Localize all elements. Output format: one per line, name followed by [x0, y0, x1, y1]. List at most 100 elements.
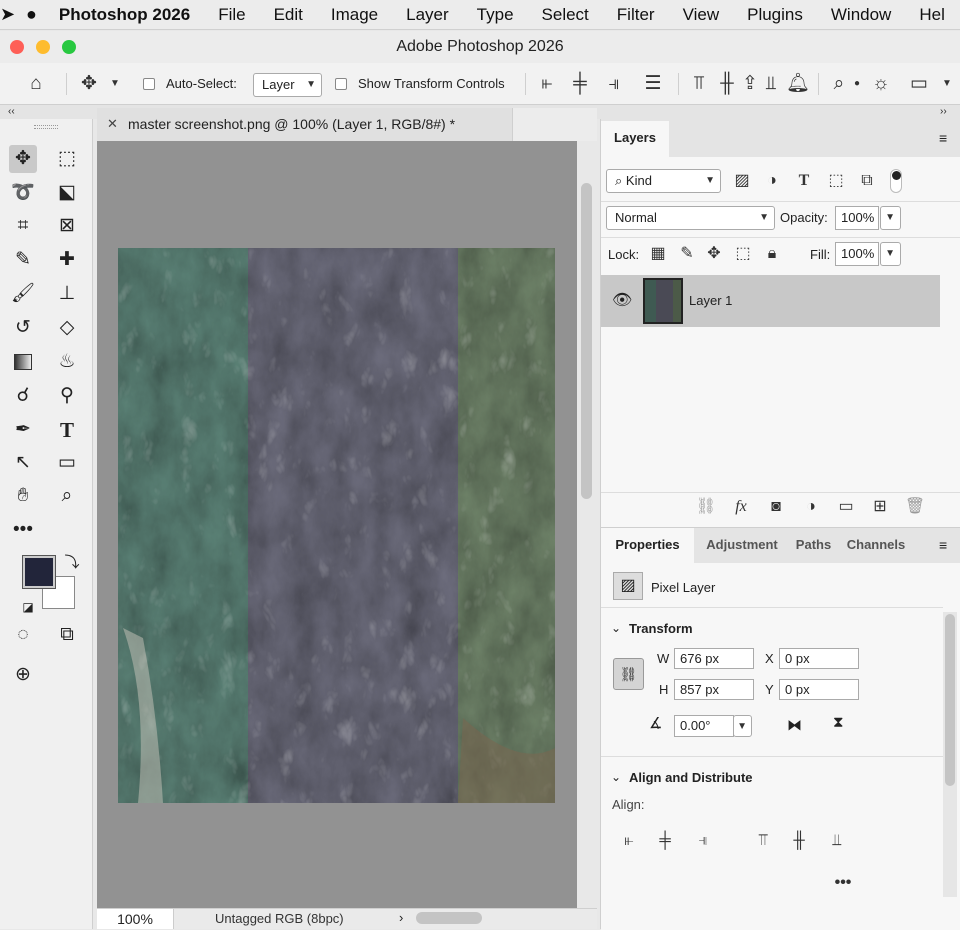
new-group-folder-icon[interactable]: ▭: [835, 496, 857, 518]
menu-plugins[interactable]: Plugins: [733, 5, 817, 25]
properties-scrollbar[interactable]: [943, 612, 957, 897]
filter-smart-objects-icon[interactable]: ⧉: [857, 170, 877, 192]
color-profile-info[interactable]: Untagged RGB (8bpc): [215, 911, 344, 926]
object-selection-tool-icon[interactable]: ⬕: [53, 179, 81, 207]
distribute-icon[interactable]: ☰: [642, 71, 664, 97]
add-layer-style-fx-icon[interactable]: fx: [729, 496, 753, 518]
move-tool-icon[interactable]: ✥: [9, 145, 37, 173]
align-center-horizontal-icon[interactable]: ╪: [569, 71, 591, 97]
add-mask-icon[interactable]: ◙: [765, 496, 787, 518]
transform-chevron-down-icon[interactable]: ⌄: [611, 621, 621, 635]
zoom-window-button[interactable]: [62, 40, 76, 54]
filter-type-layers-icon[interactable]: T: [794, 170, 814, 192]
collapse-left-icon[interactable]: ‹‹: [8, 105, 15, 119]
menu-file[interactable]: File: [204, 5, 259, 25]
menu-type[interactable]: Type: [463, 5, 528, 25]
workspace-icon[interactable]: ▭: [906, 71, 932, 97]
tools-grip[interactable]: [34, 125, 58, 129]
history-brush-tool-icon[interactable]: ↺: [9, 314, 37, 342]
transform-section-title[interactable]: Transform: [629, 621, 693, 636]
scroll-thumb[interactable]: [581, 183, 592, 499]
horizontal-scroll-thumb[interactable]: [416, 912, 482, 924]
layer-visibility-eye-icon[interactable]: 👁︎: [612, 290, 632, 310]
home-icon[interactable]: ⌂: [22, 71, 50, 97]
menu-window[interactable]: Window: [817, 5, 905, 25]
align-right-edges-icon[interactable]: ⫣: [693, 830, 713, 852]
frame-tool-icon[interactable]: ⊠: [53, 212, 81, 240]
swap-colors-icon[interactable]: ⤵: [58, 549, 86, 577]
move-tool-preset-icon[interactable]: ✥: [76, 71, 102, 97]
menu-select[interactable]: Select: [528, 5, 603, 25]
screen-mode-icon[interactable]: ⧉: [53, 621, 81, 649]
chevron-down-icon[interactable]: ▼: [940, 71, 954, 97]
new-adjustment-layer-icon[interactable]: ◑: [800, 496, 822, 518]
layer-row[interactable]: 👁︎ Layer 1: [601, 275, 940, 327]
share-icon[interactable]: ⇪: [738, 71, 762, 97]
new-layer-icon[interactable]: ⊞: [869, 496, 891, 518]
tab-layers[interactable]: Layers: [601, 121, 669, 157]
clone-stamp-tool-icon[interactable]: ⊥: [53, 280, 81, 308]
blur-tool-icon[interactable]: ♨: [53, 348, 81, 376]
lock-artboard-icon[interactable]: ⬚: [733, 243, 753, 265]
filter-kind-dropdown[interactable]: ⌕ Kind ▼: [606, 169, 721, 193]
x-input[interactable]: 0 px: [779, 648, 859, 669]
angle-dropdown-button[interactable]: ▼: [733, 715, 752, 737]
lightbulb-discover-icon[interactable]: ☼: [868, 71, 894, 97]
notifications-bell-icon[interactable]: 🔔︎: [786, 71, 810, 97]
tab-properties[interactable]: Properties: [601, 528, 694, 563]
angle-input[interactable]: 0.00°: [674, 715, 734, 737]
filter-adjustment-layers-icon[interactable]: ◑: [762, 170, 782, 192]
edit-toolbar-icon[interactable]: ⊕: [9, 661, 37, 689]
lasso-tool-icon[interactable]: ➰: [9, 179, 37, 207]
flip-horizontal-icon[interactable]: ⧓: [787, 716, 802, 734]
search-icon[interactable]: ⌕: [828, 71, 850, 97]
close-document-icon[interactable]: ✕: [107, 116, 118, 132]
link-layers-icon[interactable]: ⛓: [695, 496, 717, 518]
path-selection-tool-icon[interactable]: ↖: [9, 449, 37, 477]
align-bottom-icon[interactable]: ⫫: [762, 71, 780, 97]
filter-toggle[interactable]: [890, 169, 902, 193]
rectangle-tool-icon[interactable]: ▭: [53, 449, 81, 477]
opacity-input[interactable]: 100%: [835, 206, 879, 230]
eraser-tool-icon[interactable]: ◇: [53, 314, 81, 342]
layer-name[interactable]: Layer 1: [689, 293, 732, 308]
app-menu[interactable]: Photoshop 2026: [51, 5, 204, 25]
tab-adjustments[interactable]: Adjustment: [698, 528, 786, 563]
canvas-vertical-scrollbar[interactable]: [577, 141, 597, 908]
align-left-edges-icon[interactable]: ⫦: [619, 830, 639, 852]
opacity-dropdown-button[interactable]: ▼: [880, 206, 901, 230]
brush-tool-icon[interactable]: 🖌︎: [9, 280, 37, 308]
tab-channels[interactable]: Channels: [839, 528, 913, 563]
zoom-level-field[interactable]: 100%: [97, 909, 174, 929]
document-image[interactable]: [118, 248, 555, 803]
collapse-right-icon[interactable]: ››: [940, 105, 947, 119]
show-transform-checkbox[interactable]: [335, 78, 347, 90]
spot-healing-brush-icon[interactable]: ✚: [53, 246, 81, 274]
rectangular-marquee-tool-icon[interactable]: ⬚: [53, 145, 81, 173]
align-top-icon[interactable]: ⫪: [688, 71, 710, 97]
more-tools-icon[interactable]: •••: [9, 516, 37, 544]
blend-mode-dropdown[interactable]: Normal ▼: [606, 206, 775, 230]
align-top-edges-icon[interactable]: ⫪: [753, 830, 773, 852]
menu-filter[interactable]: Filter: [603, 5, 669, 25]
menu-view[interactable]: View: [669, 5, 734, 25]
fill-dropdown-button[interactable]: ▼: [880, 242, 901, 266]
flip-vertical-icon[interactable]: ⧗: [833, 714, 844, 731]
filter-shape-layers-icon[interactable]: ⬚: [826, 170, 846, 192]
align-middle-vertical-icon[interactable]: ╫: [716, 71, 738, 97]
align-horizontal-centers-icon[interactable]: ╪: [655, 830, 675, 852]
align-bottom-edges-icon[interactable]: ⫫: [827, 830, 847, 852]
chevron-down-icon[interactable]: ▼: [108, 71, 122, 97]
quick-mask-icon[interactable]: ◌: [9, 621, 37, 649]
hand-tool-icon[interactable]: ✋︎: [9, 482, 37, 510]
status-chevron-right-icon[interactable]: ›: [399, 910, 403, 925]
lock-transparent-pixels-icon[interactable]: ▦: [648, 243, 668, 265]
type-tool-icon[interactable]: T: [53, 416, 81, 444]
more-options-icon[interactable]: •••: [832, 872, 854, 894]
link-dimensions-button[interactable]: ⛓: [613, 658, 644, 690]
fill-input[interactable]: 100%: [835, 242, 879, 266]
gradient-tool-icon[interactable]: [9, 348, 37, 376]
y-input[interactable]: 0 px: [779, 679, 859, 700]
eyedropper-tool-icon[interactable]: ✎: [9, 246, 37, 274]
lock-position-icon[interactable]: ✥: [704, 243, 724, 265]
